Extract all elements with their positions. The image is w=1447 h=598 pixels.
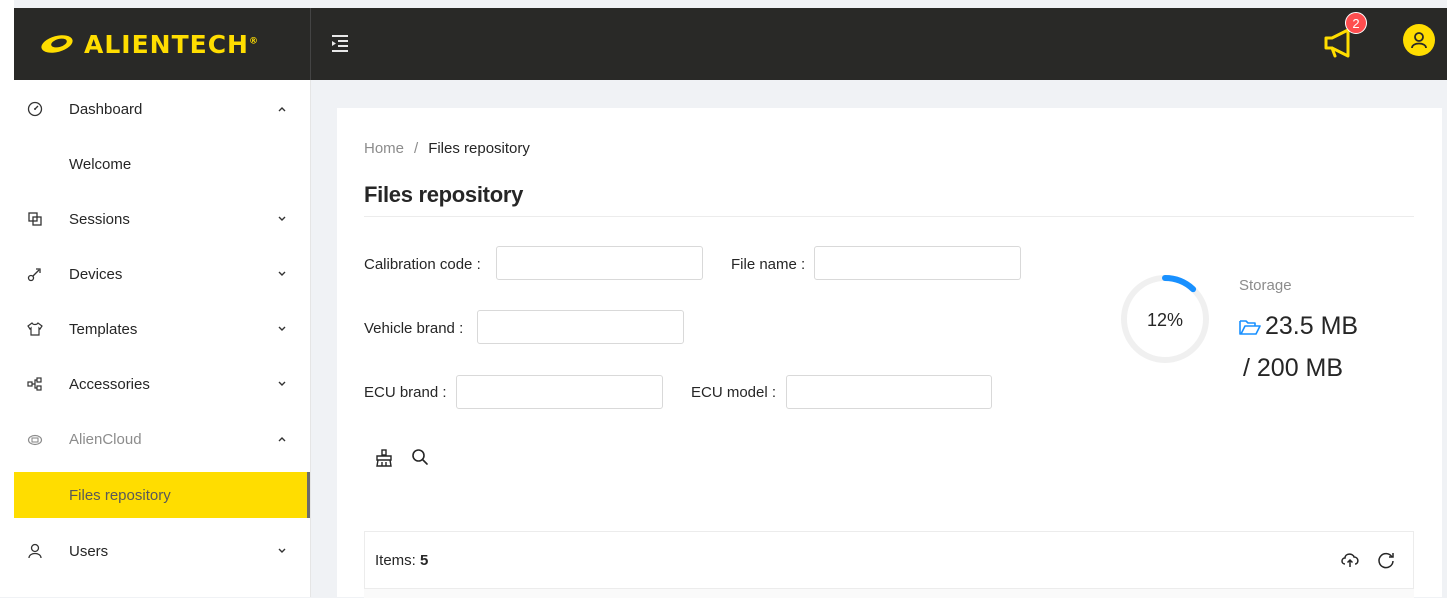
sidebar-item-label: Files repository: [69, 486, 171, 504]
sidebar-item-files-repository[interactable]: Files repository: [14, 472, 310, 518]
cloud-icon: [27, 434, 43, 446]
title-divider: [364, 216, 1414, 217]
sidebar-item-label: Accessories: [69, 375, 150, 393]
user-icon: [28, 543, 42, 559]
vehicle-brand-input[interactable]: [477, 310, 684, 344]
ecu-model-input[interactable]: [786, 375, 992, 409]
breadcrumb-current: Files repository: [428, 140, 530, 157]
user-icon: [1411, 32, 1427, 49]
storage-total: / 200 MB: [1243, 354, 1344, 382]
cloud-upload-icon[interactable]: [1340, 550, 1360, 570]
clear-filters-icon[interactable]: [374, 448, 394, 468]
page-title: Files repository: [364, 182, 524, 207]
sidebar-item-aliencloud[interactable]: AlienCloud: [14, 416, 308, 462]
sidebar-item-label: AlienCloud: [69, 430, 142, 448]
chevron-down-icon: [278, 216, 286, 221]
alien-eye-icon: [41, 35, 73, 53]
chevron-up-icon: [278, 437, 286, 442]
sidebar-item-label: Templates: [69, 320, 138, 338]
breadcrumb-separator: /: [414, 140, 419, 157]
items-label: Items:: [375, 552, 416, 569]
chevron-down-icon: [278, 548, 286, 553]
chevron-down-icon: [278, 381, 286, 386]
notification-badge: 2: [1345, 12, 1367, 34]
chevron-down-icon: [278, 271, 286, 276]
accessories-icon: [27, 377, 42, 391]
storage-label: Storage: [1239, 277, 1292, 294]
sidebar-item-dashboard[interactable]: Dashboard: [14, 86, 308, 132]
breadcrumb: Home / Files repository: [364, 140, 530, 157]
sidebar-item-devices[interactable]: Devices: [14, 251, 308, 297]
devices-icon: [27, 268, 41, 282]
ecu-brand-label: ECU brand :: [364, 384, 447, 401]
items-count-value: 5: [420, 552, 429, 569]
sidebar-item-label: Sessions: [69, 210, 130, 228]
search-icon[interactable]: [410, 447, 430, 467]
storage-used-value: 23.5 MB: [1265, 312, 1359, 340]
sidebar-item-accessories[interactable]: Accessories: [14, 361, 308, 407]
refresh-icon[interactable]: [1376, 550, 1396, 570]
sidebar-item-label: Dashboard: [69, 100, 143, 118]
sidebar-item-sessions[interactable]: Sessions: [14, 196, 308, 242]
storage-used: 23.5 MB: [1239, 312, 1358, 341]
logo-text: ALIENTECH: [84, 29, 249, 59]
items-count: Items: 5: [375, 552, 428, 569]
ecu-brand-input[interactable]: [456, 375, 663, 409]
top-header: ALIENTECH® 2: [14, 8, 1447, 80]
calibration-code-input[interactable]: [496, 246, 703, 280]
sidebar-item-label: Users: [69, 542, 109, 560]
alientech-logo[interactable]: ALIENTECH®: [40, 29, 259, 59]
breadcrumb-home[interactable]: Home: [364, 140, 404, 157]
file-name-label: File name :: [731, 256, 806, 273]
folder-open-icon: [1239, 319, 1261, 335]
chevron-down-icon: [278, 326, 286, 331]
vehicle-brand-label: Vehicle brand :: [364, 320, 464, 337]
sidebar-item-label: Welcome: [69, 155, 132, 173]
dashboard-icon: [27, 101, 43, 117]
sidebar: Dashboard Welcome Sessions Devices Templ…: [14, 80, 311, 597]
menu-fold-icon[interactable]: [330, 32, 356, 56]
sidebar-item-welcome[interactable]: Welcome: [14, 141, 308, 187]
storage-percent: 12%: [1146, 310, 1184, 330]
header-divider: [310, 8, 311, 80]
user-avatar[interactable]: [1403, 24, 1435, 56]
sidebar-item-label: Devices: [69, 265, 123, 283]
sidebar-item-templates[interactable]: Templates: [14, 306, 308, 352]
chevron-up-icon: [278, 107, 286, 112]
registered-mark: ®: [248, 36, 259, 47]
ecu-model-label: ECU model :: [691, 384, 777, 401]
templates-icon: [27, 322, 43, 336]
calibration-code-label: Calibration code :: [364, 256, 481, 273]
sessions-icon: [28, 212, 42, 226]
left-edge: [0, 0, 14, 597]
sidebar-item-users[interactable]: Users: [14, 528, 308, 574]
file-name-input[interactable]: [814, 246, 1021, 280]
